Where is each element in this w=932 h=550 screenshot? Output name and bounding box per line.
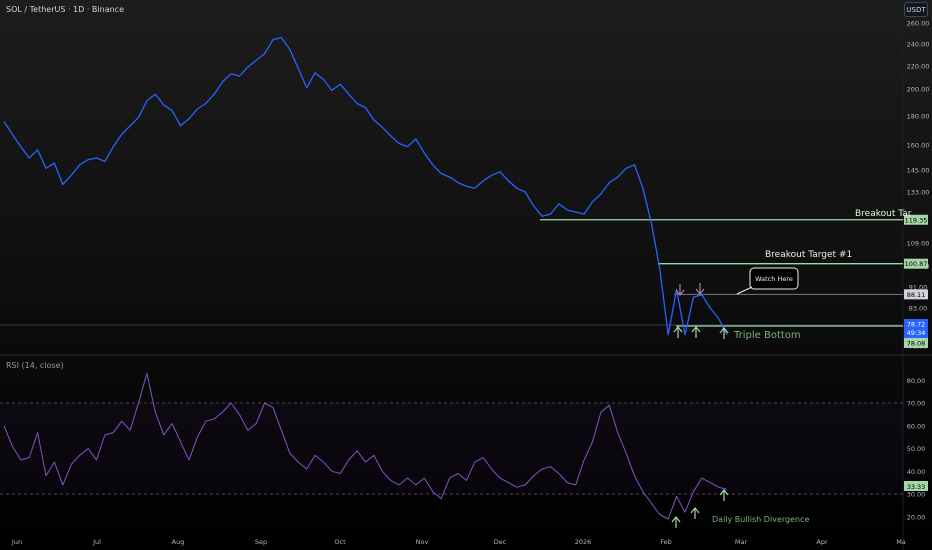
countdown-badge: 49:34 [907, 329, 926, 337]
time-axis-label: Feb [660, 538, 672, 546]
rsi-value-badge: 33.33 [907, 483, 926, 491]
rsi-tick-label: 50.00 [907, 445, 926, 453]
price-tick-label: 160.00 [907, 142, 930, 150]
time-axis-label: Sep [255, 538, 267, 546]
breakout-final-label: Breakout Tar [855, 209, 912, 219]
time-axis-label: Jun [11, 538, 22, 546]
price-tick-label: 133.00 [907, 189, 930, 197]
price-tick-label: 220.00 [907, 63, 930, 71]
price-tick-label: 145.00 [907, 167, 930, 175]
watch-here-text: Watch Here [755, 275, 793, 283]
rsi-tick-label: 40.00 [907, 468, 926, 476]
price-tick-label: 180.00 [907, 113, 930, 121]
time-axis-label: Nov [416, 538, 429, 546]
rsi-tick-label: 30.00 [907, 491, 926, 499]
rsi-tick-label: 70.00 [907, 400, 926, 408]
price-tick-label: 260.00 [907, 20, 930, 28]
chart-canvas[interactable]: 260.00 240.00 220.00 200.00 180.00 160.00 145.… [0, 0, 932, 550]
price-tick-label: 109.00 [907, 240, 930, 248]
rsi-indicator-title[interactable]: RSI (14, close) [6, 361, 64, 370]
rsi-levels [0, 402, 903, 495]
time-axis-label: Apr [816, 538, 828, 546]
rsi-badges: 33.33 [904, 481, 928, 491]
time-axis-label: Ma [896, 538, 906, 546]
time-axis-label: Dec [494, 538, 507, 546]
price-tick-label: 200.00 [907, 86, 930, 94]
price-tick-label: 240.00 [907, 41, 930, 49]
currency-button[interactable]: USDT [904, 2, 928, 17]
resistance-badge: 88.11 [907, 291, 926, 299]
symbol-title: SOL / TetherUS · 1D · Binance [6, 5, 124, 14]
time-axis-label: Oct [334, 538, 346, 546]
price-tick-label: 83.00 [909, 305, 928, 313]
rsi-tick-label: 60.00 [907, 422, 926, 430]
current-price-badge: 78.72 [907, 321, 926, 329]
breakout-1-label: Breakout Target #1 [765, 250, 852, 260]
bullish-divergence-label: Daily Bullish Divergence [712, 515, 809, 524]
time-axis-label: Mar [735, 538, 748, 546]
triple-bottom-label: Triple Bottom [733, 330, 801, 341]
time-axis-label: Aug [172, 538, 185, 546]
breakout-1-badge: 100.87 [905, 260, 928, 268]
support-badge: 78.08 [907, 340, 926, 348]
rsi-tick-label: 80.00 [907, 377, 926, 385]
time-axis-label: 2026 [575, 538, 592, 546]
rsi-tick-label: 20.00 [907, 513, 926, 521]
time-axis-label: Jul [92, 538, 101, 546]
rsi-band [0, 403, 903, 494]
